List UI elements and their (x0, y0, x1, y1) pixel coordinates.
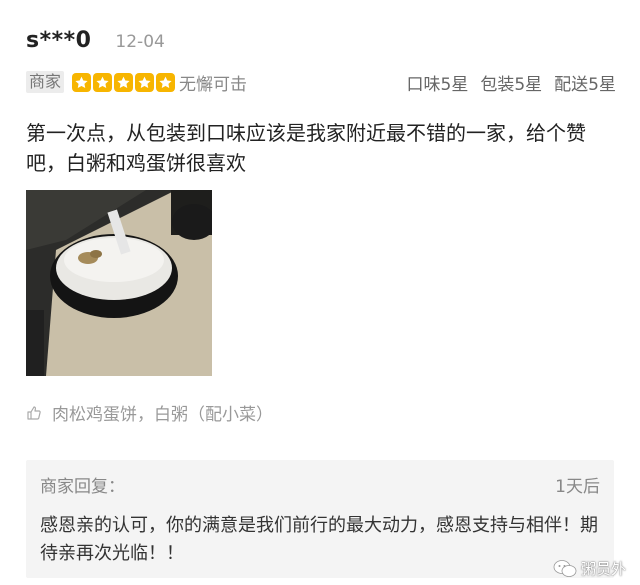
ordered-dishes: 肉松鸡蛋饼，白粥（配小菜） (26, 400, 273, 425)
review-date: 12-04 (115, 32, 165, 52)
star-icon (93, 72, 113, 92)
star-rating (72, 72, 177, 92)
review-comment: 第一次点，从包装到口味应该是我家附近最不错的一家，给个赞吧，白粥和鸡蛋饼很喜欢 (26, 121, 586, 175)
star-icon (114, 72, 134, 92)
reply-text: 感恩亲的认可，你的满意是我们前行的最大动力，感恩支持与相伴！期待亲再次光临！！ (40, 515, 598, 564)
reply-time: 1天后 (555, 477, 600, 497)
rating-verdict: 无懈可击 (179, 74, 248, 95)
thumbs-up-icon (27, 405, 41, 420)
wechat-icon (553, 559, 577, 577)
taste-rating: 口味5星 (406, 74, 469, 95)
dishes-text[interactable]: 肉松鸡蛋饼，白粥（配小菜） (52, 400, 273, 425)
reviewer-row: s***0 12-04 (26, 28, 165, 53)
reply-header: 商家回复： 1天后 (40, 472, 600, 497)
watermark-text: 粥员外 (580, 560, 626, 578)
star-icon (156, 72, 176, 92)
congee-bowl-image (26, 190, 212, 376)
review-photo[interactable] (26, 190, 212, 376)
reply-label: 商家回复： (40, 477, 125, 497)
review-card: s***0 12-04 商家 无懈可击 口味5星 包装5星 配送5星 第一次点，… (0, 0, 640, 585)
star-icon (72, 72, 92, 92)
merchant-reply: 商家回复： 1天后 感恩亲的认可，你的满意是我们前行的最大动力，感恩支持与相伴！… (26, 460, 614, 578)
star-icon (135, 72, 155, 92)
merchant-rating-label: 商家 (26, 71, 65, 93)
sub-ratings: 口味5星 包装5星 配送5星 (407, 70, 616, 95)
watermark: 粥员外 (553, 558, 626, 579)
reviewer-name[interactable]: s***0 (26, 28, 91, 53)
rating-row: 商家 无懈可击 口味5星 包装5星 配送5星 (26, 70, 616, 95)
delivery-rating: 配送5星 (554, 74, 616, 95)
packaging-rating: 包装5星 (480, 74, 543, 95)
